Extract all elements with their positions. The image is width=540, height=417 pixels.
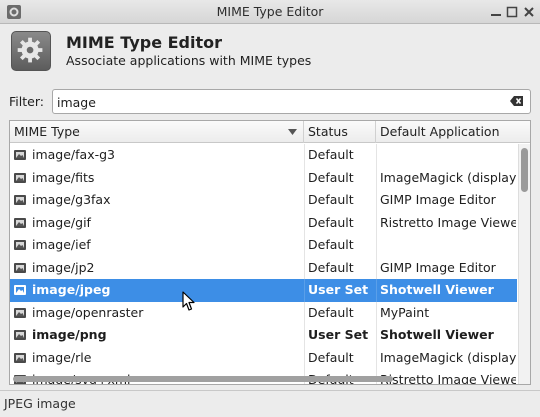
- status-cell: User Set: [308, 327, 369, 342]
- mime-type-cell: image/gif: [32, 214, 91, 230]
- mime-type-cell: image/ief: [32, 237, 91, 252]
- file-icon: [14, 352, 26, 363]
- default-app-cell: GIMP Image Editor: [380, 192, 496, 207]
- mime-type-cell: image/fax-g3: [32, 147, 116, 162]
- filter-input[interactable]: [57, 93, 497, 111]
- file-icon: [14, 262, 26, 273]
- mouse-cursor-icon: [182, 291, 195, 311]
- gear-icon: [17, 37, 43, 63]
- dialog-header: MIME Type Editor Associate applications …: [0, 24, 540, 82]
- default-app-cell: Shotwell Viewer: [380, 282, 494, 297]
- status-cell: Default: [308, 214, 354, 230]
- default-app-cell: Ristretto Image Viewer: [380, 214, 516, 230]
- table-row[interactable]: image/g3fax Default GIMP Image Editor: [10, 189, 517, 212]
- table-row[interactable]: image/fax-g3 Default: [10, 144, 517, 167]
- file-icon: [14, 307, 26, 318]
- filter-label: Filter:: [9, 94, 44, 109]
- table-row[interactable]: image/jp2 Default GIMP Image Editor: [10, 256, 517, 279]
- window-title: MIME Type Editor: [216, 4, 324, 19]
- mime-type-cell: image/jp2: [32, 259, 95, 275]
- mime-type-cell: image/fits: [32, 169, 95, 185]
- vertical-scrollbar-thumb[interactable]: [521, 148, 528, 192]
- file-icon: [14, 172, 26, 183]
- table-header: MIME Type Status Default Application: [10, 121, 530, 143]
- window-titlebar[interactable]: MIME Type Editor: [0, 0, 540, 24]
- sort-desc-icon: [288, 129, 297, 135]
- table-row[interactable]: image/ief Default: [10, 234, 517, 257]
- status-cell: Default: [308, 169, 354, 185]
- default-app-cell: ImageMagick (display): [380, 349, 516, 365]
- header-subtitle: Associate applications with MIME types: [66, 53, 312, 68]
- table-row[interactable]: image/rle Default ImageMagick (display): [10, 346, 517, 369]
- table-body: image/fax-g3 Default image/fits Default …: [10, 144, 517, 384]
- horizontal-scrollbar-thumb[interactable]: [13, 376, 393, 382]
- clear-entry-icon[interactable]: [510, 95, 524, 107]
- status-text: JPEG image: [4, 396, 76, 411]
- table-row[interactable]: image/fits Default ImageMagick (display): [10, 166, 517, 189]
- status-cell: Default: [308, 349, 354, 365]
- table-row[interactable]: image/png User Set Shotwell Viewer: [10, 324, 517, 347]
- table-row-selected[interactable]: image/jpeg User Set Shotwell Viewer: [10, 279, 517, 302]
- file-icon: [14, 285, 26, 295]
- mime-type-table[interactable]: MIME Type Status Default Application ima…: [9, 120, 531, 385]
- mime-type-cell: image/g3fax: [32, 192, 111, 207]
- default-app-cell: GIMP Image Editor: [380, 259, 496, 275]
- vertical-scrollbar[interactable]: [518, 144, 530, 384]
- close-button[interactable]: [521, 4, 537, 20]
- status-cell: Default: [308, 304, 354, 320]
- minimize-button[interactable]: [488, 4, 504, 20]
- mime-type-cell: image/png: [32, 327, 107, 342]
- mime-type-cell: image/jpeg: [32, 282, 111, 297]
- default-app-cell: [380, 234, 516, 257]
- status-cell: Default: [308, 192, 354, 207]
- status-cell: User Set: [308, 282, 369, 297]
- file-icon: [14, 195, 26, 205]
- file-icon: [14, 240, 26, 250]
- mime-type-cell: image/rle: [32, 349, 92, 365]
- default-app-cell: MyPaint: [380, 304, 430, 320]
- file-icon: [14, 330, 26, 340]
- table-row[interactable]: image/openraster Default MyPaint: [10, 301, 517, 324]
- maximize-button[interactable]: [504, 4, 520, 20]
- mime-type-cell: image/openraster: [32, 304, 144, 320]
- status-bar: JPEG image: [0, 390, 540, 417]
- header-title: MIME Type Editor: [66, 33, 223, 52]
- file-icon: [14, 217, 26, 228]
- header-icon-frame: [11, 31, 51, 71]
- default-app-cell: [380, 144, 516, 167]
- filter-field[interactable]: [52, 89, 531, 114]
- horizontal-scrollbar[interactable]: [10, 373, 518, 384]
- column-header-mime-type[interactable]: MIME Type: [10, 121, 304, 143]
- status-cell: Default: [308, 259, 354, 275]
- default-app-cell: Shotwell Viewer: [380, 327, 494, 342]
- default-app-cell: ImageMagick (display): [380, 169, 516, 185]
- column-header-default-application[interactable]: Default Application: [376, 121, 518, 143]
- file-icon: [14, 150, 26, 160]
- table-row[interactable]: image/gif Default Ristretto Image Viewer: [10, 211, 517, 234]
- column-header-status[interactable]: Status: [304, 121, 376, 143]
- status-cell: Default: [308, 237, 354, 252]
- status-cell: Default: [308, 147, 354, 162]
